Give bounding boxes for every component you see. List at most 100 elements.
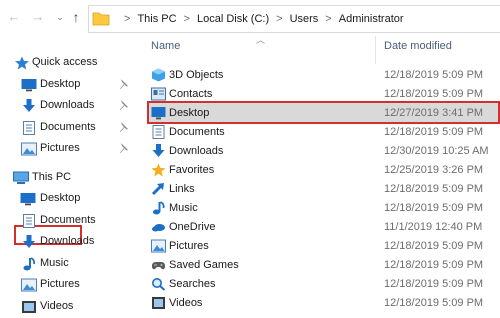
file-date: 11/1/2019 12:40 PM (384, 221, 483, 233)
file-name: Favorites (169, 164, 215, 176)
file-row-saved-games[interactable]: Saved Games 12/18/2019 5:09 PM (147, 256, 500, 275)
saved-games-icon (152, 262, 165, 270)
column-divider[interactable] (375, 36, 376, 64)
file-row-searches[interactable]: Searches 12/18/2019 5:09 PM (147, 275, 500, 294)
pin-icon[interactable] (117, 142, 129, 154)
3d-objects-icon (152, 68, 165, 82)
breadcrumb-this-pc[interactable]: This PC (137, 13, 176, 25)
file-name: Desktop (169, 107, 210, 119)
file-row-contacts[interactable]: Contacts 12/18/2019 5:09 PM (147, 85, 500, 104)
videos-icon (22, 301, 36, 313)
file-name: Videos (169, 297, 203, 309)
sidebar-item-quick-access[interactable]: Quick access (0, 53, 135, 73)
file-row-documents[interactable]: Documents 12/18/2019 5:09 PM (147, 123, 500, 142)
breadcrumb-users[interactable]: Users (290, 13, 319, 25)
desktop-icon (21, 79, 37, 92)
sidebar-item-label: Documents (40, 214, 96, 226)
file-name: Searches (169, 278, 216, 290)
address-bar[interactable]: > This PC > Local Disk (C:) > Users > Ad… (88, 5, 500, 33)
file-row-music[interactable]: Music 12/18/2019 5:09 PM (147, 199, 500, 218)
sidebar-item-pc-downloads[interactable]: Downloads (0, 232, 135, 252)
file-row-links[interactable]: Links 12/18/2019 5:09 PM (147, 180, 500, 199)
breadcrumb-separator[interactable]: > (124, 13, 130, 25)
file-name: Downloads (169, 145, 224, 157)
searches-icon (152, 278, 166, 291)
breadcrumb-administrator[interactable]: Administrator (339, 13, 404, 25)
sort-ascending-icon: ︿ (256, 35, 266, 45)
breadcrumb-separator[interactable]: > (184, 13, 190, 25)
pictures-icon (151, 239, 166, 253)
file-row-downloads[interactable]: Downloads 12/30/2019 10:25 AM (147, 142, 500, 161)
file-name: 3D Objects (169, 69, 224, 81)
file-list: Name ︿ Date modified 3D Objects 12/18/20… (143, 35, 500, 318)
onedrive-icon (152, 224, 165, 232)
music-icon (23, 257, 36, 271)
forward-button[interactable]: → (30, 9, 46, 25)
navigation-pane: Quick access Desktop Downloads Documents… (0, 36, 135, 318)
sidebar-item-pc-pictures[interactable]: Pictures (0, 275, 135, 295)
favorites-icon (151, 163, 166, 177)
pin-icon[interactable] (117, 121, 129, 133)
downloads-icon (23, 235, 35, 248)
file-date: 12/18/2019 5:09 PM (384, 183, 484, 195)
sidebar-item-label: Videos (40, 300, 74, 312)
breadcrumb-local-disk[interactable]: Local Disk (C:) (197, 13, 269, 25)
back-button[interactable]: ← (6, 9, 22, 25)
sidebar-item-label: Desktop (40, 192, 81, 204)
file-date: 12/18/2019 5:09 PM (384, 278, 484, 290)
breadcrumb: > This PC > Local Disk (C:) > Users > Ad… (117, 6, 404, 32)
sidebar-item-pc-desktop[interactable]: Desktop (0, 189, 135, 209)
breadcrumb-separator[interactable]: > (276, 13, 282, 25)
file-row-onedrive[interactable]: OneDrive 11/1/2019 12:40 PM (147, 218, 500, 237)
folder-icon (92, 12, 110, 26)
sidebar-item-pc-videos[interactable]: Videos (0, 297, 135, 317)
column-header-date-modified[interactable]: Date modified (384, 40, 452, 60)
file-row-favorites[interactable]: Favorites 12/25/2019 3:26 PM (147, 161, 500, 180)
file-date: 12/18/2019 5:09 PM (384, 240, 484, 252)
sidebar-item-quick-pictures[interactable]: Pictures (0, 139, 135, 159)
recent-locations-button[interactable]: ⌄ (52, 9, 68, 25)
file-row-videos[interactable]: Videos 12/18/2019 5:09 PM (147, 294, 500, 313)
downloads-icon (23, 99, 35, 112)
documents-icon (152, 125, 165, 139)
downloads-icon (152, 144, 165, 157)
sidebar-item-pc-music[interactable]: Music (0, 254, 135, 274)
file-name: Pictures (169, 240, 209, 252)
pin-icon[interactable] (117, 78, 129, 90)
file-name: Links (169, 183, 195, 195)
file-date: 12/18/2019 5:09 PM (384, 202, 484, 214)
sidebar-item-pc-documents[interactable]: Documents (0, 211, 135, 231)
file-name: OneDrive (169, 221, 216, 233)
sidebar-item-label: Pictures (40, 278, 80, 290)
file-date: 12/18/2019 5:09 PM (384, 259, 484, 271)
up-button[interactable]: ↑ (68, 9, 84, 25)
sidebar-item-this-pc[interactable]: This PC (0, 168, 135, 188)
desktop-icon (151, 107, 166, 120)
file-date: 12/18/2019 5:09 PM (384, 297, 484, 309)
sidebar-item-label: Music (40, 257, 69, 269)
column-header-name[interactable]: Name (151, 40, 180, 60)
star-icon (15, 56, 29, 70)
sidebar-item-quick-downloads[interactable]: Downloads (0, 96, 135, 116)
sidebar-item-label: Pictures (40, 142, 80, 154)
file-row-pictures[interactable]: Pictures 12/18/2019 5:09 PM (147, 237, 500, 256)
music-icon (153, 201, 165, 215)
file-date: 12/27/2019 3:41 PM (384, 107, 484, 119)
pin-icon[interactable] (117, 99, 129, 111)
this-pc-icon (13, 171, 29, 184)
documents-icon (23, 214, 35, 228)
sidebar-item-quick-desktop[interactable]: Desktop (0, 75, 135, 95)
breadcrumb-separator[interactable]: > (325, 13, 331, 25)
sidebar-item-quick-documents[interactable]: Documents (0, 118, 135, 138)
sidebar-item-label: Quick access (32, 56, 98, 68)
file-row-3d-objects[interactable]: 3D Objects 12/18/2019 5:09 PM (147, 66, 500, 85)
file-name: Contacts (169, 88, 213, 100)
file-date: 12/25/2019 3:26 PM (384, 164, 484, 176)
file-row-desktop[interactable]: Desktop 12/27/2019 3:41 PM (147, 104, 500, 123)
pictures-icon (21, 278, 37, 292)
sidebar-item-label: This PC (32, 171, 72, 183)
address-bar-row: ← → ⌄ ↑ > This PC > Local Disk (C:) > Us… (0, 0, 500, 36)
file-name: Music (169, 202, 198, 214)
sidebar-item-label: Downloads (40, 99, 95, 111)
documents-icon (23, 121, 35, 135)
